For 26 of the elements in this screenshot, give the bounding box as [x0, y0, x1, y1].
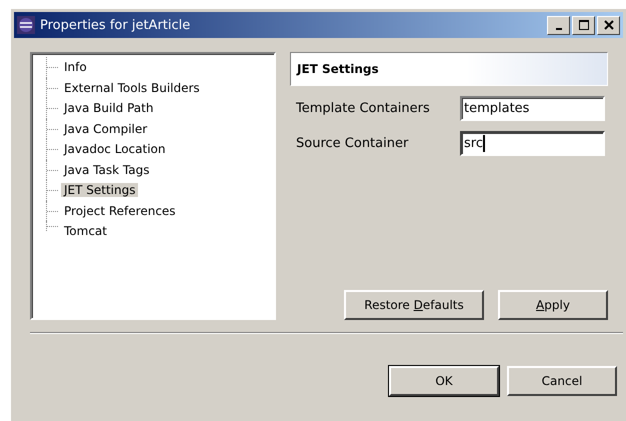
text-cursor [482, 135, 485, 152]
field-label: Template Containers [295, 101, 431, 116]
cancel-button[interactable]: Cancel [507, 366, 617, 396]
tree-item[interactable]: Java Compiler [61, 122, 150, 136]
tree-item[interactable]: Javadoc Location [61, 142, 168, 156]
tree-item[interactable]: JET Settings [61, 183, 138, 198]
page-title: JET Settings [297, 62, 379, 76]
restore-defaults-button[interactable]: Restore Defaults [344, 290, 484, 320]
maximize-button[interactable] [572, 16, 595, 34]
close-icon [604, 20, 614, 30]
ok-button[interactable]: OK [389, 366, 499, 396]
field-label: Source Container [295, 136, 410, 151]
tree-item[interactable]: Tomcat [61, 224, 110, 238]
minimize-icon [556, 28, 562, 30]
apply-button[interactable]: Apply [498, 290, 608, 320]
tree-item[interactable]: Java Build Path [61, 101, 156, 116]
input-field[interactable]: src [460, 131, 605, 156]
minimize-button[interactable] [547, 16, 570, 34]
close-button[interactable] [597, 16, 620, 34]
tree-item[interactable]: Info [61, 60, 90, 74]
tree-item[interactable]: Project References [61, 204, 179, 218]
tree-item[interactable]: External Tools Builders [61, 80, 203, 95]
maximize-icon [578, 20, 588, 30]
tree-item[interactable]: Java Task Tags [61, 162, 152, 177]
input-field[interactable]: templates [460, 96, 605, 121]
window-title: Properties for jetArticle [40, 18, 192, 32]
